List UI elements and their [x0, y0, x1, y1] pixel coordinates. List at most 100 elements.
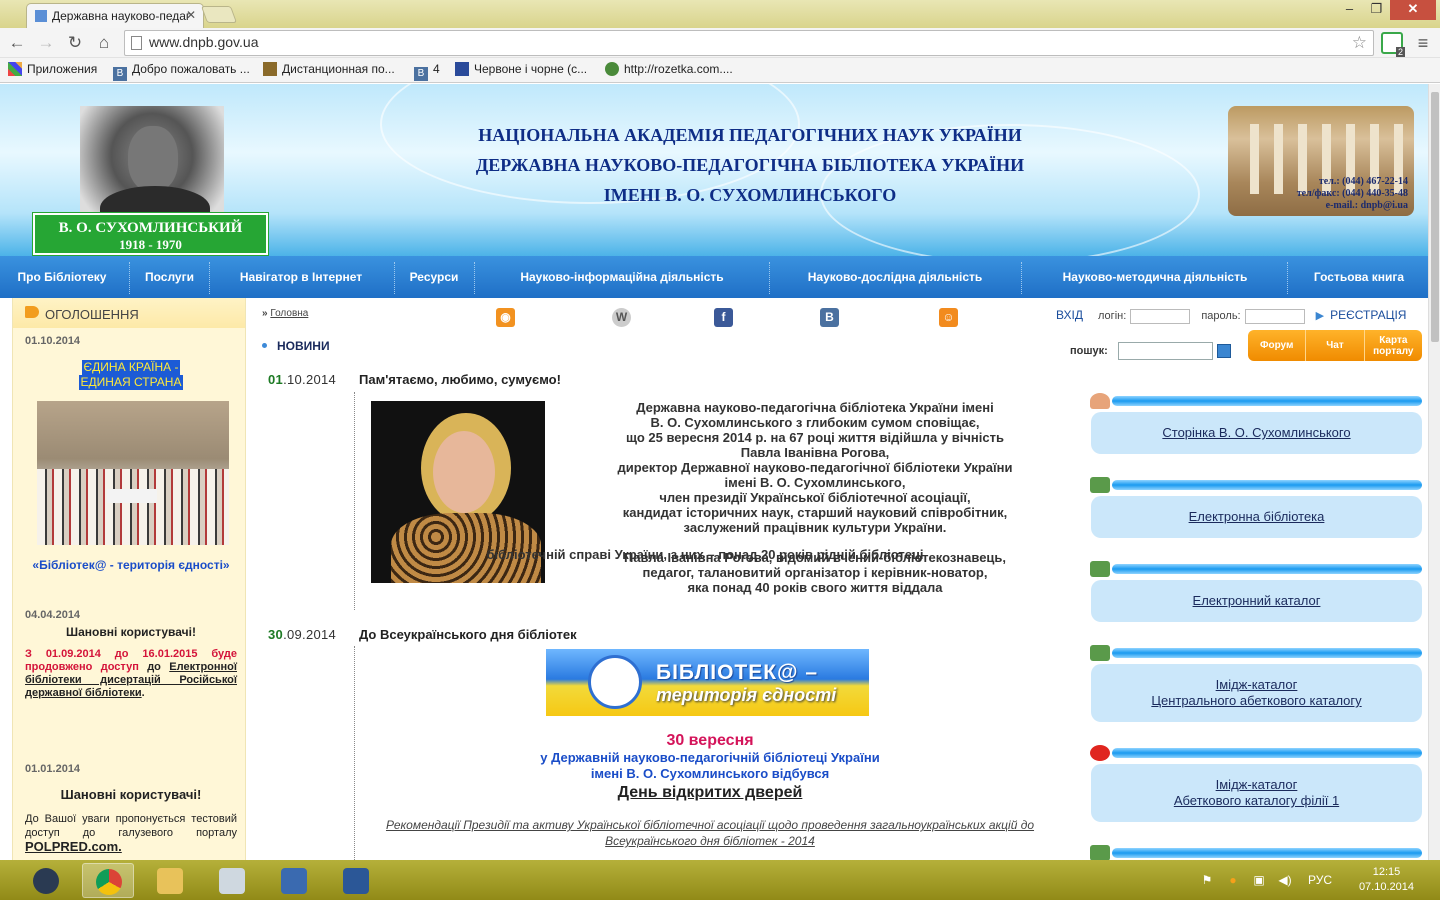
password-input[interactable]: [1244, 308, 1305, 324]
reload-icon[interactable]: ↻: [64, 32, 86, 54]
e-catalog-link[interactable]: Електронний каталог: [1091, 580, 1422, 622]
login-entry-link[interactable]: ВХІД: [1056, 308, 1083, 322]
open-day-link[interactable]: День відкритих дверей: [440, 784, 980, 802]
group-photo[interactable]: [37, 401, 229, 545]
announcements-panel: ОГОЛОШЕННЯ 01.10.2014 ЄДИНА КРАЇНА - ЕДИ…: [12, 298, 246, 860]
breadcrumb-home[interactable]: Головна: [270, 308, 308, 319]
forward-arrow-icon[interactable]: →: [35, 32, 57, 54]
minimize-button[interactable]: –: [1336, 0, 1363, 20]
search-input[interactable]: [1117, 342, 1213, 360]
banner-subtext: територія єдності: [656, 685, 837, 705]
bullet-icon: [262, 343, 267, 348]
title-line-1: НАЦІОНАЛЬНА АКАДЕМІЯ ПЕДАГОГІЧНИХ НАУК У…: [478, 125, 1022, 145]
submit-arrow-icon[interactable]: ▶: [1316, 310, 1324, 322]
menu-item-methodical-activity[interactable]: Науково-методична діяльність: [1024, 256, 1286, 298]
wiki-icon[interactable]: W: [612, 308, 631, 327]
portal-map-button[interactable]: Карта порталу: [1365, 330, 1422, 361]
shield-extension-icon[interactable]: 2: [1381, 32, 1405, 57]
close-tab-icon[interactable]: ✕: [186, 8, 196, 22]
home-icon[interactable]: ⌂: [93, 32, 115, 54]
announcement-text: до: [147, 661, 161, 673]
menu-item-research-activity[interactable]: Науково-дослідна діяльність: [772, 256, 1018, 298]
breadcrumb-separator: »: [262, 308, 268, 319]
bookmark-label: 4: [433, 62, 440, 76]
register-link[interactable]: РЕЄСТРАЦІЯ: [1330, 308, 1406, 322]
chat-button[interactable]: Чат: [1306, 330, 1365, 361]
e-library-link[interactable]: Електронна бібліотека: [1091, 496, 1422, 538]
login-form: ВХІД логін: пароль: ▶ РЕЄСТРАЦІЯ: [1056, 308, 1406, 324]
calculator-icon: [219, 868, 245, 894]
taskbar-chrome[interactable]: [82, 863, 134, 898]
back-arrow-icon[interactable]: ←: [6, 32, 28, 54]
clock[interactable]: 12:15 07.10.2014: [1359, 865, 1414, 895]
menu-item-internet-navigator[interactable]: Навігатор в Інтернет: [212, 256, 390, 298]
title-line-3: ІМЕНІ В. О. СУХОМЛИНСЬКОГО: [603, 185, 897, 205]
avast-icon[interactable]: ●: [1226, 873, 1240, 887]
image-catalog-branch-link[interactable]: Імідж-каталог Абеткового каталогу філії …: [1091, 764, 1422, 822]
taskbar-calculator[interactable]: [206, 863, 258, 898]
menu-icon[interactable]: ≡: [1412, 32, 1434, 54]
announcements-header: ОГОЛОШЕННЯ: [13, 298, 245, 328]
menu-item-services[interactable]: Послуги: [132, 256, 207, 298]
taskbar-app[interactable]: [268, 863, 320, 898]
vkontakte-icon[interactable]: B: [820, 308, 839, 327]
bookmark-vk-welcome[interactable]: B Добро пожаловать ...: [113, 62, 250, 81]
sukhomlynsky-page-link[interactable]: Сторінка В. О. Сухомлинського: [1091, 412, 1422, 454]
image-catalog-central-link[interactable]: Імідж-каталог Центрального абеткового ка…: [1091, 664, 1422, 722]
window-titlebar: Державна науково-педаг ✕ – ❐ ✕: [0, 0, 1440, 28]
breadcrumb: » Головна: [262, 308, 308, 319]
unity-highlight[interactable]: ЄДИНА КРАЇНА - ЕДИНАЯ СТРАНА: [25, 360, 237, 390]
network-icon[interactable]: ▣: [1252, 873, 1266, 887]
polpred-link[interactable]: POLPRED.com.: [25, 839, 122, 854]
bookmarks-bar: Приложения B Добро пожаловать ... Дистанц…: [0, 58, 1440, 83]
library-building-photo: тел.: (044) 467-22-14 тел/факс: (044) 44…: [1228, 106, 1414, 216]
highlight-line: ЄДИНА КРАЇНА -: [81, 360, 181, 375]
close-window-button[interactable]: ✕: [1390, 0, 1436, 20]
login-input[interactable]: [1130, 308, 1191, 324]
apps-icon: [8, 62, 22, 76]
bookmark-site-icon: [455, 62, 469, 76]
taskbar-steam[interactable]: [20, 863, 72, 898]
maximize-button[interactable]: ❐: [1363, 0, 1390, 20]
obituary-text: Державна науково-педагогічна бібліотека …: [617, 400, 1013, 595]
bookmark-star-icon[interactable]: ☆: [1352, 33, 1367, 53]
book-icon: [1090, 845, 1110, 860]
page-scrollbar[interactable]: [1428, 84, 1440, 860]
bookmark-rozetka[interactable]: http://rozetka.com....: [605, 62, 733, 76]
bookmark-red-black[interactable]: Червоне і чорне (с...: [455, 62, 587, 76]
scrollbar-thumb[interactable]: [1431, 92, 1439, 342]
unity-caption[interactable]: «Бібліотек@ - територія єдності»: [25, 558, 237, 572]
bookmark-apps[interactable]: Приложения: [8, 62, 97, 76]
volume-icon[interactable]: ◀): [1278, 873, 1292, 887]
bookmark-distance[interactable]: Дистанционная по...: [263, 62, 395, 76]
password-label: пароль:: [1201, 310, 1241, 322]
bookmark-label: http://rozetka.com....: [624, 62, 733, 76]
recommendations-link[interactable]: Рекомендації Президії та активу Українсь…: [370, 817, 1050, 849]
bookmark-label: Червоне і чорне (с...: [474, 62, 588, 76]
taskbar-word[interactable]: [330, 863, 382, 898]
bookmark-label: Приложения: [27, 62, 98, 76]
forum-button[interactable]: Форум: [1248, 330, 1307, 361]
app-icon: [281, 868, 307, 894]
address-bar[interactable]: www.dnpb.gov.ua ☆: [124, 30, 1374, 56]
odnoklassniki-icon[interactable]: ☺: [939, 308, 958, 327]
search-icon[interactable]: [1216, 344, 1231, 358]
taskbar-explorer[interactable]: [144, 863, 196, 898]
flag-icon[interactable]: ⚑: [1200, 873, 1214, 887]
sukhomlynsky-portrait: [80, 106, 224, 230]
menu-item-resources[interactable]: Ресурси: [397, 256, 471, 298]
menu-item-info-activity[interactable]: Науково-інформаційна діяльність: [477, 256, 767, 298]
new-tab-button[interactable]: [200, 6, 238, 23]
menu-item-about[interactable]: Про Бібліотеку: [0, 256, 124, 298]
rss-icon[interactable]: ◉: [496, 308, 515, 327]
library-day-banner[interactable]: БІБЛІОТЕК@ – територія єдності: [546, 649, 869, 716]
facebook-icon[interactable]: f: [714, 308, 733, 327]
event-line: імені В. О. Сухомлинського відбувся: [590, 766, 830, 781]
word-icon: [343, 868, 369, 894]
news-title[interactable]: Пам'ятаємо, любимо, сумуємо!: [359, 372, 561, 387]
menu-item-guestbook[interactable]: Гостьова книга: [1290, 256, 1428, 298]
language-indicator[interactable]: РУС: [1306, 873, 1334, 887]
browser-tab[interactable]: Державна науково-педаг ✕: [26, 3, 204, 28]
bookmark-vk-4[interactable]: B4: [414, 62, 440, 81]
news-title[interactable]: До Всеукраїнського дня бібліотек: [359, 627, 577, 642]
